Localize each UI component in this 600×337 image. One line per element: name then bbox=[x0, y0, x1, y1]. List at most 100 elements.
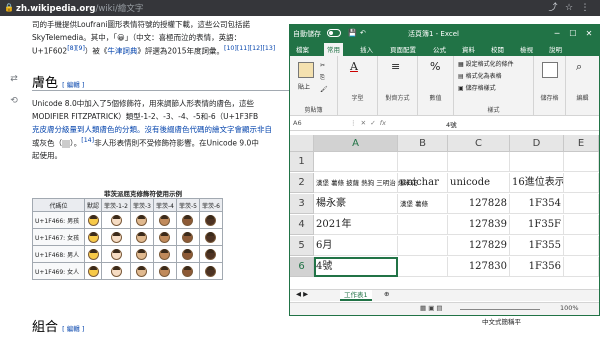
grid-cell[interactable]: 4號 bbox=[314, 257, 398, 277]
column-header[interactable]: E bbox=[564, 135, 599, 152]
sheet-nav-icon[interactable]: ◀ ▶ bbox=[296, 290, 308, 298]
reference-link[interactable]: [10][11][12][13] bbox=[224, 45, 275, 52]
view-buttons[interactable]: ▦ ▣ ▤ bbox=[420, 304, 443, 312]
grid-cell[interactable]: 1F356 bbox=[510, 257, 564, 277]
paste-button[interactable]: 貼上 bbox=[298, 82, 310, 91]
grid-cell[interactable]: 楊永豪 bbox=[314, 194, 398, 214]
grid-cell[interactable]: 2021年 bbox=[314, 215, 398, 235]
format-painter-icon[interactable]: 🖌 bbox=[320, 86, 328, 93]
percent-icon[interactable]: % bbox=[430, 60, 440, 73]
zoom-slider[interactable] bbox=[460, 309, 540, 310]
maximize-icon[interactable]: ☐ bbox=[566, 27, 580, 40]
grid-cell[interactable]: 127828 bbox=[448, 194, 510, 214]
tab-review[interactable]: 校閱 bbox=[491, 44, 504, 54]
skin-type-link[interactable]: 克皮膚分級量到人類膚色的分類。沒有後綴膚色代碼的繪文字會顯示非自 bbox=[32, 125, 272, 134]
add-sheet-icon[interactable]: ⊕ bbox=[384, 290, 389, 298]
copy-icon[interactable]: ⎘ bbox=[320, 74, 325, 82]
grid-cell[interactable] bbox=[564, 257, 599, 277]
table-format-button[interactable]: ▤ 格式化為表格 bbox=[458, 71, 502, 80]
tab-formulas[interactable]: 公式 bbox=[433, 44, 446, 54]
undo-icon[interactable]: ↶ bbox=[360, 29, 366, 37]
excel-window[interactable]: 自動儲存 💾 ↶ 活頁簿1 - Excel ─ ☐ ✕ 檔案 常用 插入 頁面配… bbox=[289, 24, 600, 316]
grid-cell[interactable]: 127830 bbox=[448, 257, 510, 277]
grid-cell[interactable] bbox=[398, 215, 448, 235]
row-header[interactable]: 2 bbox=[290, 173, 314, 193]
row-header[interactable]: 6 bbox=[290, 257, 314, 277]
grid-cell[interactable]: unichar bbox=[398, 173, 448, 193]
grid-cell[interactable]: 127839 bbox=[448, 215, 510, 235]
share-icon[interactable]: ⤴ bbox=[546, 1, 560, 15]
edit-link[interactable]: [ 編輯 ] bbox=[62, 81, 84, 89]
url-text[interactable]: zh.wikipedia.org/wiki/繪文字 bbox=[16, 2, 143, 14]
cells-button[interactable]: 儲存格 bbox=[534, 93, 565, 102]
cond-format-button[interactable]: ▦ 設定格式化的條件 bbox=[458, 59, 514, 68]
font-button[interactable]: 字型 bbox=[338, 93, 377, 102]
grid-cell[interactable] bbox=[510, 152, 564, 172]
star-icon[interactable]: ☆ bbox=[562, 1, 576, 15]
cells-icon[interactable] bbox=[542, 62, 558, 78]
formula-input[interactable]: 4號 bbox=[446, 119, 457, 129]
font-icon[interactable]: A bbox=[350, 60, 358, 73]
browser-address-bar[interactable]: 🔒 zh.wikipedia.org/wiki/繪文字 ⤴ ☆ ⋮ bbox=[0, 0, 600, 16]
column-header[interactable]: B bbox=[398, 135, 448, 152]
grid-cell[interactable]: 1F355 bbox=[510, 236, 564, 256]
column-header[interactable]: D bbox=[510, 135, 564, 152]
tab-help[interactable]: 說明 bbox=[549, 44, 562, 54]
tab-insert[interactable]: 插入 bbox=[360, 44, 373, 54]
save-icon[interactable]: 💾 bbox=[348, 29, 357, 37]
grid-cell[interactable]: 127829 bbox=[448, 236, 510, 256]
minimize-icon[interactable]: ─ bbox=[550, 27, 564, 40]
editing-button[interactable]: 編輯 bbox=[566, 93, 599, 102]
alignment-button[interactable]: 對齊方式 bbox=[378, 93, 417, 102]
edit-link[interactable]: [ 編輯 ] bbox=[62, 325, 84, 333]
tab-view[interactable]: 檢視 bbox=[520, 44, 533, 54]
paste-icon[interactable] bbox=[298, 62, 314, 78]
grid-cell[interactable] bbox=[564, 236, 599, 256]
search-icon[interactable]: ⌕ bbox=[576, 60, 582, 74]
column-header[interactable]: C bbox=[448, 135, 510, 152]
row-header[interactable]: 3 bbox=[290, 194, 314, 214]
number-button[interactable]: 數值 bbox=[418, 93, 453, 102]
row-header[interactable]: 4 bbox=[290, 215, 314, 235]
tab-file[interactable]: 檔案 bbox=[296, 44, 309, 54]
history-icon[interactable]: ⟲ bbox=[8, 96, 20, 108]
tab-home[interactable]: 常用 bbox=[324, 43, 343, 56]
grid-cell[interactable]: unicode bbox=[448, 173, 510, 193]
column-header[interactable]: A bbox=[314, 135, 398, 152]
grid-cell[interactable] bbox=[398, 236, 448, 256]
cut-icon[interactable]: ✂ bbox=[320, 62, 325, 69]
grid-cell[interactable]: 6月 bbox=[314, 236, 398, 256]
grid-cell[interactable] bbox=[448, 152, 510, 172]
oxford-dictionary-link[interactable]: 牛津詞典 bbox=[107, 47, 137, 56]
grid-cell[interactable]: 漢堡 薯條 bbox=[398, 194, 448, 214]
extensions-icon[interactable]: ⋮ bbox=[578, 1, 592, 15]
grid-cell[interactable] bbox=[314, 152, 398, 172]
reference-link[interactable]: [14] bbox=[81, 137, 94, 144]
autosave-toggle[interactable] bbox=[327, 29, 341, 37]
grid-cell[interactable] bbox=[564, 215, 599, 235]
excel-title-bar[interactable]: 自動儲存 💾 ↶ 活頁簿1 - Excel ─ ☐ ✕ bbox=[290, 25, 599, 42]
grid-cell[interactable]: 1F354 bbox=[510, 194, 564, 214]
row-header[interactable]: 5 bbox=[290, 236, 314, 256]
name-box[interactable]: A6 bbox=[293, 119, 345, 127]
tab-data[interactable]: 資料 bbox=[462, 44, 475, 54]
grid-cell[interactable] bbox=[398, 152, 448, 172]
grid-cell[interactable]: 16進位表示 bbox=[510, 173, 564, 193]
table-header: 菲茨-3 bbox=[129, 198, 154, 212]
align-icon[interactable]: ≡ bbox=[391, 60, 400, 73]
grid-cell[interactable]: 漢堡 薯條 披薩 熱狗 三明治 爆米花 bbox=[314, 173, 417, 193]
cell-styles-button[interactable]: ▣ 儲存格樣式 bbox=[458, 83, 496, 92]
sheet-tab[interactable]: 工作表1 bbox=[340, 290, 372, 301]
grid-cell[interactable] bbox=[564, 194, 599, 214]
close-icon[interactable]: ✕ bbox=[582, 27, 596, 40]
table-header: 菲茨-5 bbox=[175, 198, 200, 212]
tab-page-layout[interactable]: 頁面配置 bbox=[390, 44, 416, 54]
row-header[interactable]: 1 bbox=[290, 152, 314, 172]
grid-cell[interactable] bbox=[564, 152, 599, 172]
collapse-icon[interactable]: ⇄ bbox=[8, 74, 20, 86]
grid-cell[interactable] bbox=[564, 173, 599, 193]
grid-cell[interactable]: 1F35F bbox=[510, 215, 564, 235]
reference-link[interactable]: [8][9] bbox=[67, 45, 85, 52]
grid-cell[interactable] bbox=[398, 257, 448, 277]
select-all-corner[interactable] bbox=[290, 135, 314, 152]
